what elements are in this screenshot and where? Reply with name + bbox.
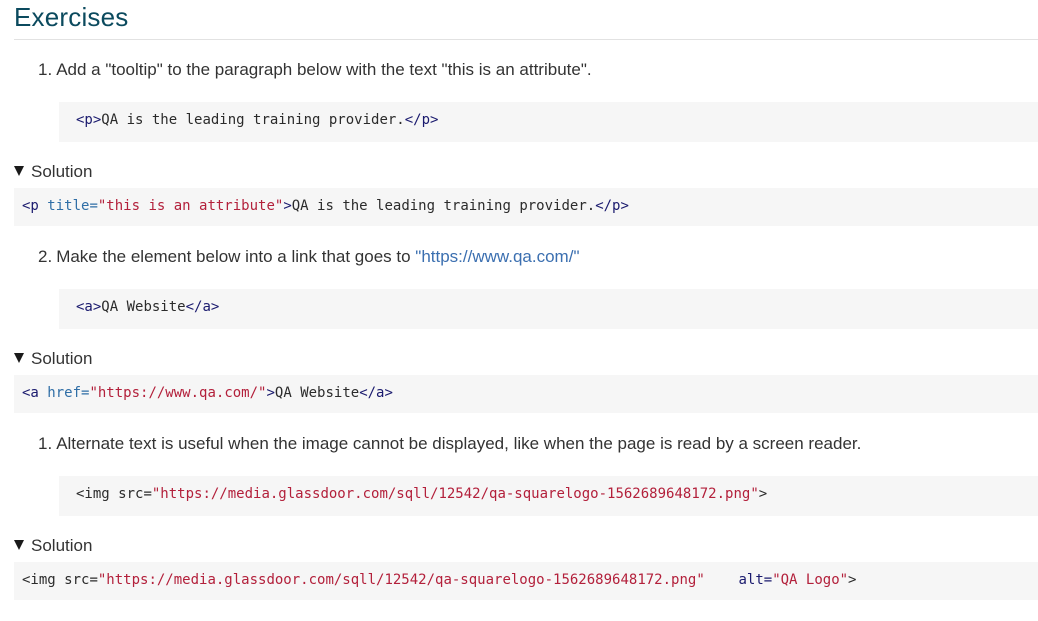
- code-string: "https://media.glassdoor.com/sqll/12542/…: [151, 486, 759, 502]
- solution-1-code-block: <p title="this is an attribute">QA is th…: [14, 188, 1038, 226]
- exercise-3-code-block: <img src="https://media.glassdoor.com/sq…: [59, 476, 1038, 516]
- exercise-number: 2.: [38, 247, 53, 266]
- code-tag: <p>: [76, 112, 102, 128]
- qa-url-link[interactable]: "https://www.qa.com/": [415, 247, 579, 266]
- code-text: QA Website: [274, 385, 360, 401]
- code-tag: <a>: [76, 299, 102, 315]
- code-tag: </p>: [595, 198, 629, 214]
- exercise-2-question: 2. Make the element below into a link tha…: [38, 247, 579, 267]
- solution-2-code-block: <a href="https://www.qa.com/">QA Website…: [14, 375, 1038, 413]
- solution-3-code-block: <img src="https://media.glassdoor.com/sq…: [14, 562, 1038, 600]
- code-text: QA is the leading training provider.: [291, 198, 596, 214]
- code-string: "https://media.glassdoor.com/sqll/12542/…: [97, 572, 705, 588]
- solution-label: Solution: [31, 162, 93, 181]
- code-attr: title=: [47, 198, 98, 214]
- code-gap: [705, 572, 739, 588]
- code-tag: </p>: [404, 112, 439, 128]
- solution-label: Solution: [31, 536, 93, 555]
- exercise-3-question: 1. Alternate text is useful when the imag…: [38, 434, 861, 454]
- code-text: QA Website: [101, 299, 186, 315]
- exercise-text: Add a "tooltip" to the paragraph below w…: [56, 60, 592, 79]
- code-string: "https://www.qa.com/": [89, 385, 267, 401]
- code-attr: src=: [118, 486, 152, 502]
- exercise-text: Alternate text is useful when the image …: [56, 434, 862, 453]
- code-tag: >: [758, 486, 768, 502]
- disclosure-triangle-icon: [14, 353, 24, 363]
- code-text: QA is the leading training provider.: [101, 112, 405, 128]
- code-attr: src=: [64, 572, 98, 588]
- solution-1-toggle[interactable]: Solution: [14, 162, 92, 182]
- code-string: "QA Logo": [772, 572, 849, 588]
- code-tag: </a>: [359, 385, 393, 401]
- code-attr: href=: [47, 385, 90, 401]
- code-string: "this is an attribute": [97, 198, 284, 214]
- exercise-1-question: 1. Add a "tooltip" to the paragraph below…: [38, 60, 592, 80]
- solution-3-toggle[interactable]: Solution: [14, 536, 92, 556]
- code-tag: <a: [22, 385, 48, 401]
- exercise-number: 1.: [38, 60, 53, 79]
- code-tag: >: [848, 572, 857, 588]
- code-tag: <img: [22, 572, 65, 588]
- page-title: Exercises: [14, 2, 129, 32]
- exercise-number: 1.: [38, 434, 53, 453]
- disclosure-triangle-icon: [14, 540, 24, 550]
- code-tag: <p: [22, 198, 48, 214]
- exercise-2-code-block: <a>QA Website</a>: [59, 289, 1038, 329]
- code-tag: >: [266, 385, 275, 401]
- code-tag: </a>: [185, 299, 220, 315]
- exercise-text: Make the element below into a link that …: [56, 247, 416, 266]
- disclosure-triangle-icon: [14, 166, 24, 176]
- code-attr: alt=: [738, 572, 773, 588]
- code-tag: <img: [76, 486, 119, 502]
- solution-2-toggle[interactable]: Solution: [14, 349, 92, 369]
- code-tag: >: [283, 198, 292, 214]
- solution-label: Solution: [31, 349, 93, 368]
- heading-divider: [14, 39, 1038, 40]
- exercise-1-code-block: <p>QA is the leading training provider.<…: [59, 102, 1038, 142]
